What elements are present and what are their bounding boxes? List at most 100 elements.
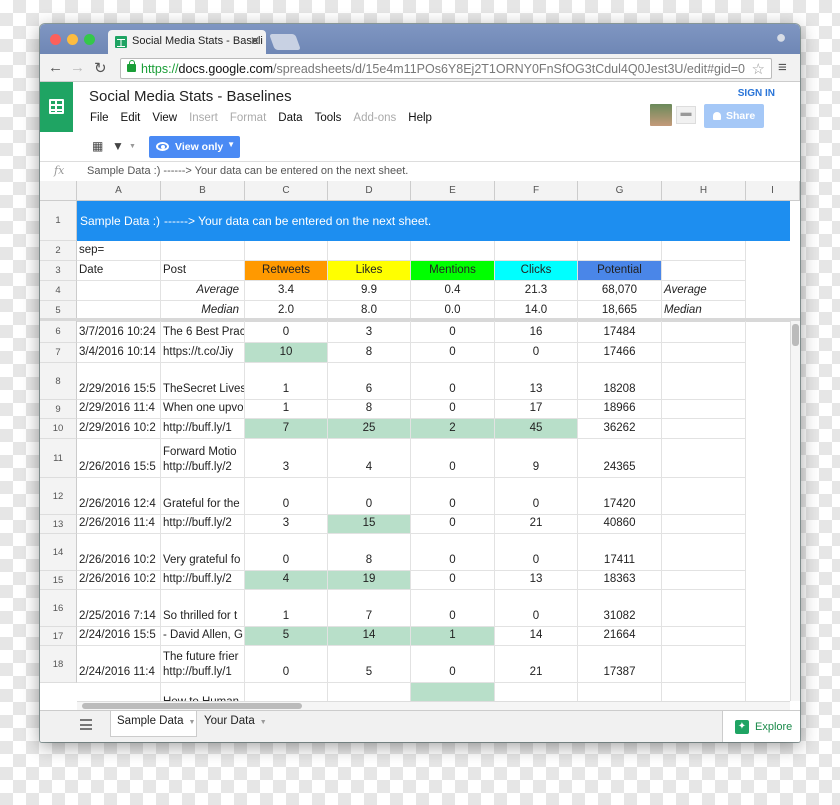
cell[interactable]: 31082 (578, 590, 662, 627)
cell[interactable] (662, 419, 746, 439)
column-title-cell[interactable]: Clicks (495, 261, 578, 281)
row-header[interactable]: 1 (40, 201, 77, 241)
cell[interactable] (662, 400, 746, 419)
reload-icon[interactable]: ↻ (94, 59, 107, 77)
cell[interactable]: 7 Expert Copyw http://buff.ly/2 (161, 515, 245, 534)
menu-tools[interactable]: Tools (315, 112, 342, 124)
column-title-cell[interactable]: Retweets (245, 261, 328, 281)
cell[interactable] (662, 515, 746, 534)
column-header-g[interactable]: G (578, 181, 662, 201)
cell[interactable]: 1 (245, 400, 328, 419)
cell[interactable]: 0 (411, 515, 495, 534)
cell[interactable]: Average (161, 281, 245, 301)
cell[interactable]: 5 (245, 627, 328, 646)
formula-value[interactable]: Sample Data :) ------> Your data can be … (87, 165, 408, 177)
row-header[interactable]: 4 (40, 281, 77, 301)
cell[interactable]: 17420 (578, 478, 662, 515)
cell[interactable]: 8 (328, 343, 411, 363)
sheets-logo-icon[interactable] (40, 82, 73, 132)
cell[interactable]: When one upvo (161, 400, 245, 419)
cell[interactable]: 2/26/2016 11:4 (77, 515, 161, 534)
cell[interactable]: 2/24/2016 15:5 (77, 627, 161, 646)
cell[interactable] (662, 241, 746, 261)
cell[interactable] (662, 478, 746, 515)
row-header[interactable]: 18 (40, 646, 77, 683)
view-only-button[interactable]: View only ▼ (149, 136, 240, 158)
cell[interactable]: 0 (411, 343, 495, 363)
cell[interactable]: 13 (495, 571, 578, 590)
column-title-cell[interactable]: Mentions (411, 261, 495, 281)
banner-text[interactable]: Sample Data :) (77, 201, 160, 241)
cell[interactable] (161, 241, 245, 261)
row-header[interactable]: 6 (40, 321, 77, 343)
cell[interactable]: 2/26/2016 10:2 (77, 534, 161, 571)
cell[interactable]: 45 (495, 419, 578, 439)
cell[interactable]: 14 (328, 627, 411, 646)
cell[interactable] (662, 534, 746, 571)
cell[interactable]: 17484 (578, 321, 662, 343)
cell[interactable]: TheSecret Lives (161, 363, 245, 400)
menu-data[interactable]: Data (278, 112, 302, 124)
cell[interactable]: 17466 (578, 343, 662, 363)
row-header[interactable]: 8 (40, 363, 77, 400)
column-title-cell[interactable]: Potential (578, 261, 662, 281)
cell[interactable]: 21 (495, 646, 578, 683)
row-header[interactable]: 14 (40, 534, 77, 571)
cell[interactable]: 2 (411, 419, 495, 439)
column-header-b[interactable]: B (161, 181, 245, 201)
cell[interactable]: 13 (495, 363, 578, 400)
cell[interactable]: 0 (411, 534, 495, 571)
row-header[interactable]: 3 (40, 261, 77, 281)
horizontal-scrollbar[interactable] (77, 701, 790, 710)
close-tab-icon[interactable]: ✕ (250, 34, 260, 48)
cell[interactable]: 68,070 (578, 281, 662, 301)
column-header-h[interactable]: H (662, 181, 746, 201)
cell[interactable] (662, 343, 746, 363)
cell[interactable]: 10 (245, 343, 328, 363)
scrollbar-thumb[interactable] (792, 324, 799, 346)
avatar[interactable] (650, 104, 672, 126)
sheet-tab-sample-data[interactable]: Sample Data ▼ (110, 711, 197, 737)
cell[interactable]: 3 (328, 321, 411, 343)
row-header[interactable]: 10 (40, 419, 77, 439)
cell[interactable]: 3.4 (245, 281, 328, 301)
cell[interactable]: 0 (411, 400, 495, 419)
cell[interactable] (495, 241, 578, 261)
filter-icon[interactable]: ▼ (112, 139, 124, 153)
cell[interactable]: 0 (411, 478, 495, 515)
print-icon[interactable]: ▦ (92, 139, 103, 153)
cell[interactable]: 2/26/2016 12:4 (77, 478, 161, 515)
cell[interactable]: 0 (411, 646, 495, 683)
menu-file[interactable]: File (90, 112, 109, 124)
cell[interactable]: 18208 (578, 363, 662, 400)
cell[interactable] (77, 281, 161, 301)
cell[interactable] (411, 241, 495, 261)
cell[interactable]: 0 (411, 363, 495, 400)
cell[interactable]: 9.9 (328, 281, 411, 301)
cell[interactable] (662, 439, 746, 478)
cell[interactable]: 0 (245, 646, 328, 683)
cell[interactable]: So grateful to h https://t.co/Jiy (161, 343, 245, 363)
cell[interactable]: 0 (411, 439, 495, 478)
cell[interactable] (662, 646, 746, 683)
menu-help[interactable]: Help (408, 112, 432, 124)
cell[interactable]: 7 (245, 419, 328, 439)
row-header[interactable]: 9 (40, 400, 77, 419)
row-header[interactable]: 16 (40, 590, 77, 627)
minimize-window-button[interactable] (67, 34, 78, 45)
cell[interactable] (662, 590, 746, 627)
cell[interactable]: 0.4 (411, 281, 495, 301)
column-title-cell[interactable] (662, 261, 746, 281)
cell[interactable]: 0 (495, 478, 578, 515)
cell[interactable]: 7 (328, 590, 411, 627)
cell[interactable]: 3/4/2016 10:14 (77, 343, 161, 363)
cell[interactable]: 0 (245, 534, 328, 571)
cell[interactable]: 16 (495, 321, 578, 343)
comments-icon[interactable]: ▬ (676, 106, 696, 124)
column-header-i[interactable]: I (746, 181, 800, 201)
cell[interactable]: 2/26/2016 10:2 (77, 571, 161, 590)
all-sheets-icon[interactable] (80, 719, 92, 730)
column-title-cell[interactable]: Date (77, 261, 161, 281)
share-button[interactable]: Share (704, 104, 764, 128)
cell[interactable]: 9 (495, 439, 578, 478)
